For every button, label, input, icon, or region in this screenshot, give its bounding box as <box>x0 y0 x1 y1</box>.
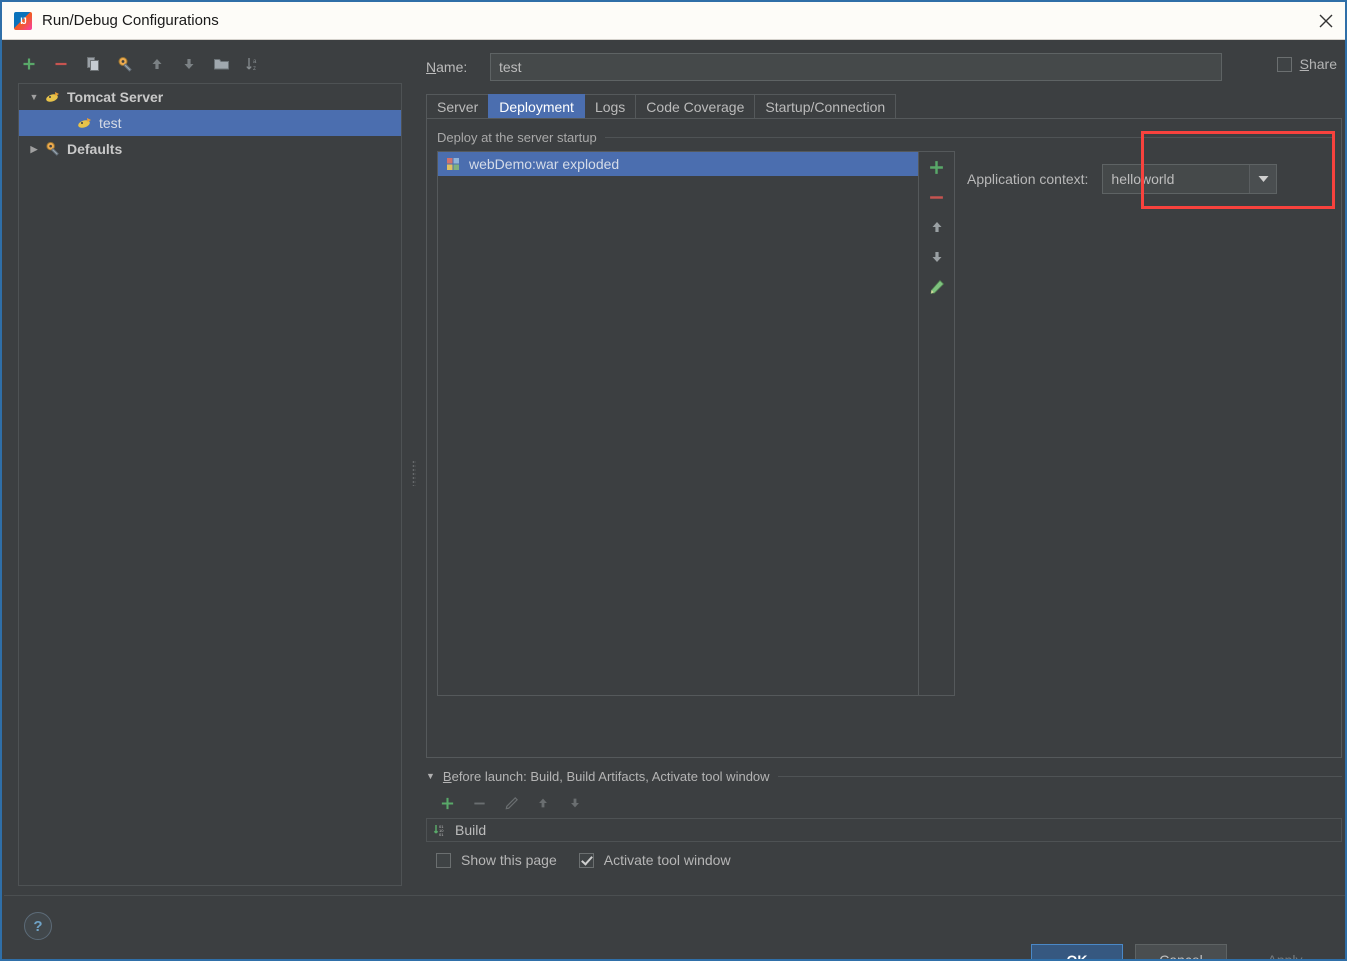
application-context-value: helloworld <box>1111 171 1175 187</box>
deployment-tab-panel: Deploy at the server startup webDemo:war… <box>426 118 1342 758</box>
tree-node-defaults[interactable]: ▶ Defaults <box>19 136 401 162</box>
deployment-artifacts-list[interactable]: webDemo:war exploded <box>438 152 919 695</box>
move-artifact-up-button[interactable] <box>925 216 949 238</box>
tab-server[interactable]: Server <box>426 94 490 118</box>
remove-configuration-button[interactable] <box>50 53 72 75</box>
activate-tool-window-label: Activate tool window <box>603 852 731 868</box>
before-launch-toolbar <box>438 790 584 816</box>
remove-artifact-button[interactable] <box>925 186 949 208</box>
deploy-section-header: Deploy at the server startup <box>437 129 1332 145</box>
intellij-idea-icon <box>14 11 32 30</box>
name-row: NName:ame: <box>426 52 1342 82</box>
edit-task-button <box>502 794 520 812</box>
svg-text:a: a <box>253 59 257 65</box>
tab-startup-connection[interactable]: Startup/Connection <box>754 94 897 118</box>
remove-task-button <box>470 794 488 812</box>
close-icon[interactable] <box>1303 2 1345 39</box>
list-item[interactable]: webDemo:war exploded <box>438 152 918 176</box>
share-checkbox-row[interactable]: Share <box>1276 56 1337 72</box>
artifact-war-icon <box>446 157 464 171</box>
share-label: Share <box>1299 56 1337 72</box>
before-launch-task-list[interactable]: 01 10 01 Build <box>426 818 1342 842</box>
wrench-gear-icon <box>44 141 62 157</box>
build-icon: 01 10 01 <box>433 823 451 838</box>
ok-button[interactable]: OK <box>1031 944 1123 959</box>
application-context-row: Application context: helloworld <box>967 164 1278 194</box>
dialog-footer: ? OK Cancel Apply <box>4 895 1345 961</box>
chevron-down-icon[interactable]: ▼ <box>426 771 435 781</box>
run-debug-configurations-dialog: Run/Debug Configurations <box>0 0 1347 961</box>
arrow-down-icon[interactable] <box>178 53 200 75</box>
chevron-down-icon[interactable]: ▼ <box>27 92 41 102</box>
configurations-panel: a z ▼ Tomcat Server test ▶ Defaults <box>4 40 414 895</box>
tree-node-test[interactable]: test <box>19 110 401 136</box>
copy-icon[interactable] <box>82 53 104 75</box>
add-artifact-button[interactable] <box>925 156 949 178</box>
footer-buttons: OK Cancel Apply <box>1031 944 1331 961</box>
tab-logs[interactable]: Logs <box>583 94 637 118</box>
panel-splitter[interactable] <box>410 40 418 895</box>
application-context-label: Application context: <box>967 171 1089 187</box>
tab-code-coverage[interactable]: Code Coverage <box>635 94 756 118</box>
show-this-page-checkbox[interactable] <box>436 852 451 868</box>
task-move-up-button <box>534 794 552 812</box>
arrow-up-icon[interactable] <box>146 53 168 75</box>
edit-artifact-button[interactable] <box>925 276 949 298</box>
task-move-down-button <box>566 794 584 812</box>
show-this-page-label: Show this page <box>461 852 557 868</box>
section-divider <box>604 136 1332 138</box>
configuration-editor-panel: NName:ame: Share Server Deployment Logs … <box>418 40 1345 895</box>
wrench-gear-icon[interactable] <box>114 53 136 75</box>
tomcat-icon <box>44 89 62 105</box>
tomcat-icon <box>76 115 94 131</box>
title-bar: Run/Debug Configurations <box>2 2 1345 40</box>
sort-az-icon[interactable]: a z <box>242 53 264 75</box>
task-label: Build <box>455 822 487 838</box>
svg-text:z: z <box>253 66 256 72</box>
folder-icon[interactable] <box>210 53 232 75</box>
configurations-toolbar: a z <box>18 50 264 78</box>
artifact-action-buttons <box>919 152 954 695</box>
tree-node-label: Defaults <box>67 141 123 157</box>
section-divider <box>777 775 1342 777</box>
apply-button: Apply <box>1267 952 1303 961</box>
tree-node-tomcat-server[interactable]: ▼ Tomcat Server <box>19 84 401 110</box>
add-configuration-button[interactable] <box>18 53 40 75</box>
share-checkbox[interactable] <box>1276 56 1292 72</box>
window-title: Run/Debug Configurations <box>42 12 219 29</box>
svg-text:01: 01 <box>439 832 444 837</box>
configuration-tabs[interactable]: Server Deployment Logs Code Coverage Sta… <box>426 94 1342 118</box>
deployment-artifacts-area: webDemo:war exploded <box>437 151 955 696</box>
chevron-right-icon[interactable]: ▶ <box>27 144 41 155</box>
help-question-icon[interactable]: ? <box>24 912 52 940</box>
move-artifact-down-button[interactable] <box>925 246 949 268</box>
before-launch-title: BBefore launch: Build, Build Artifacts, … <box>442 768 770 784</box>
splitter-grip-icon <box>412 460 416 486</box>
cancel-button[interactable]: Cancel <box>1135 944 1227 959</box>
name-label: NName:ame: <box>426 59 468 75</box>
before-launch-header[interactable]: ▼ BBefore launch: Build, Build Artifacts… <box>426 768 1342 784</box>
artifact-label: webDemo:war exploded <box>469 156 620 172</box>
tree-node-label: test <box>99 115 122 131</box>
name-input[interactable] <box>490 53 1222 81</box>
dialog-body: a z ▼ Tomcat Server test ▶ Defaults Name… <box>4 40 1345 961</box>
configurations-tree[interactable]: ▼ Tomcat Server test ▶ Defaults <box>18 83 402 886</box>
tree-node-label: Tomcat Server <box>67 89 164 105</box>
application-context-combobox[interactable]: helloworld <box>1102 164 1278 194</box>
activate-tool-window-checkbox[interactable] <box>578 852 594 868</box>
add-task-button[interactable] <box>438 794 456 812</box>
tab-deployment[interactable]: Deployment <box>488 94 585 118</box>
deploy-section-title: Deploy at the server startup <box>437 129 597 145</box>
chevron-down-icon[interactable] <box>1249 165 1277 193</box>
bottom-options-row: Show this page Activate tool window <box>436 852 743 868</box>
